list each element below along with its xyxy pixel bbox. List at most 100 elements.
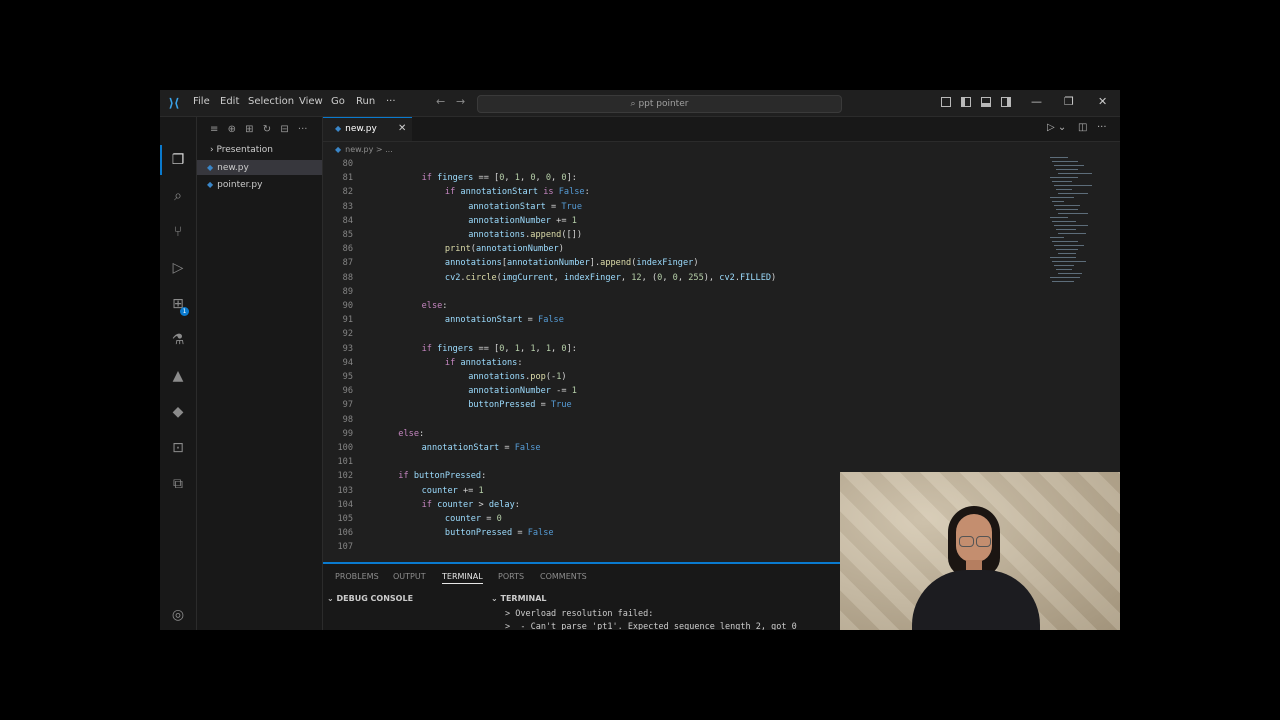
menu-go[interactable]: Go [331, 96, 345, 107]
toggle-primary-sidebar-icon[interactable] [961, 97, 971, 107]
copilot-icon[interactable] [941, 97, 951, 107]
code-token: annotationStart [460, 187, 539, 198]
menu-file[interactable]: File [193, 96, 210, 107]
menu-selection[interactable]: Selection [248, 96, 294, 107]
collapse-icon[interactable]: ≡ [210, 124, 218, 135]
tab-output[interactable]: OUTPUT [393, 572, 426, 581]
code-line: annotationStart = True [468, 202, 582, 212]
code-line: buttonPressed = False [445, 528, 554, 538]
account-icon[interactable]: ◎ [169, 606, 187, 624]
minimap-line [1050, 177, 1078, 178]
code-token: True [561, 201, 583, 212]
terminal-header[interactable]: ⌄ TERMINAL [491, 594, 547, 603]
files-icon[interactable]: ❐ [169, 151, 187, 169]
docker-icon[interactable]: ◆ [169, 403, 187, 421]
tab-ports[interactable]: PORTS [498, 572, 524, 581]
code-token: cv2 [719, 272, 735, 283]
code-token: = [545, 201, 562, 212]
minimap-line [1056, 269, 1072, 270]
code-token: , [519, 173, 531, 184]
minimap[interactable] [1050, 157, 1100, 287]
more-actions-icon[interactable]: ··· [298, 124, 308, 135]
minimap-line [1052, 241, 1078, 242]
code-token: : [517, 357, 523, 368]
code-token: FILLED [740, 272, 772, 283]
new-folder-icon[interactable]: ⊞ [245, 124, 253, 135]
back-arrow-icon[interactable]: ← [436, 95, 445, 108]
minimap-line [1050, 237, 1064, 238]
code-line: print(annotationNumber) [445, 244, 564, 254]
terminal-line: > - Can't parse 'pt1'. Expected sequence… [505, 622, 797, 630]
run-debug-icon[interactable]: ▷ [169, 259, 187, 277]
menu-more[interactable]: ··· [386, 96, 396, 107]
split-editor-icon[interactable]: ◫ [1078, 122, 1087, 133]
toggle-secondary-sidebar-icon[interactable] [1001, 97, 1011, 107]
line-number: 86 [342, 244, 353, 255]
line-number: 107 [337, 542, 353, 553]
command-center-search[interactable]: ⌕ ppt pointer [477, 95, 842, 113]
code-line: counter += 1 [422, 486, 484, 496]
code-token: delay [488, 499, 515, 510]
tab-terminal[interactable]: TERMINAL [442, 572, 483, 584]
new-file-icon[interactable]: ⊕ [228, 124, 236, 135]
line-number: 91 [342, 315, 353, 326]
tree-file-pointer-py[interactable]: ◆ pointer.py [197, 177, 322, 192]
code-token: buttonPressed [444, 528, 513, 539]
line-number: 105 [337, 514, 353, 524]
code-token: False [558, 187, 585, 198]
remote-explorer-icon[interactable]: ⊡ [169, 439, 187, 457]
debug-console-header[interactable]: ⌄ DEBUG CONSOLE [327, 594, 413, 603]
refresh-icon[interactable]: ↻ [263, 124, 271, 135]
minimap-line [1052, 161, 1078, 162]
testing-icon[interactable]: ⚗ [169, 331, 187, 349]
explorer-toolbar: ≡ ⊕ ⊞ ↻ ⊟ ··· [210, 124, 313, 135]
minimize-icon[interactable]: — [1031, 95, 1042, 108]
code-token: , [662, 272, 673, 283]
code-token: ) [771, 272, 777, 283]
line-number: 104 [337, 499, 353, 510]
tab-new-py[interactable]: ◆ new.py ✕ [323, 117, 412, 141]
minimap-line [1054, 245, 1084, 246]
collapse-all-icon[interactable]: ⊟ [280, 124, 288, 135]
title-bar: ⟩⟨ File Edit Selection View Go Run ··· ←… [160, 90, 1120, 117]
close-tab-icon[interactable]: ✕ [398, 118, 406, 140]
code-token: False [527, 528, 554, 539]
code-token: annotations [468, 372, 526, 382]
code-token: : [419, 428, 425, 439]
code-token: if [421, 173, 438, 184]
code-token: = [499, 443, 515, 453]
minimap-line [1058, 173, 1092, 174]
tab-comments[interactable]: COMMENTS [540, 572, 587, 581]
line-number: 100 [337, 443, 353, 453]
code-token: 1 [571, 386, 577, 397]
glasses-left-lens [959, 536, 974, 547]
restore-icon[interactable]: ❐ [1064, 95, 1074, 108]
webcam-video-overlay [840, 472, 1120, 630]
search-icon[interactable]: ⌕ [169, 187, 187, 205]
menu-run[interactable]: Run [356, 96, 375, 107]
code-token: , [519, 343, 531, 354]
close-window-icon[interactable]: ✕ [1098, 95, 1107, 108]
run-python-file-icon[interactable]: ▷ ⌄ [1047, 122, 1066, 133]
tree-file-new-py[interactable]: ◆ new.py [197, 160, 322, 175]
tab-problems[interactable]: PROBLEMS [335, 572, 379, 581]
menu-view[interactable]: View [299, 96, 323, 107]
code-token: annotations [460, 357, 518, 368]
code-token: , [551, 343, 562, 354]
code-token: fingers [437, 173, 474, 184]
code-line: annotations[annotationNumber].append(ind… [445, 258, 699, 268]
forward-arrow-icon[interactable]: → [456, 95, 465, 108]
git-graph-icon[interactable]: ⧉ [169, 475, 187, 493]
breadcrumb[interactable]: ◆ new.py > ... [335, 145, 393, 154]
toggle-panel-icon[interactable] [981, 97, 991, 107]
source-control-icon[interactable]: ⑂ [169, 223, 187, 241]
code-token: , ( [641, 272, 658, 283]
tree-folder-presentation[interactable]: › Presentation [197, 143, 322, 158]
deploy-icon[interactable]: ▲ [169, 367, 187, 385]
code-token: if [444, 357, 461, 368]
code-token: else [398, 428, 419, 439]
line-number: 82 [342, 187, 353, 198]
menu-edit[interactable]: Edit [220, 96, 239, 107]
editor-more-actions-icon[interactable]: ··· [1097, 122, 1107, 133]
code-token: ([]) [561, 230, 583, 240]
